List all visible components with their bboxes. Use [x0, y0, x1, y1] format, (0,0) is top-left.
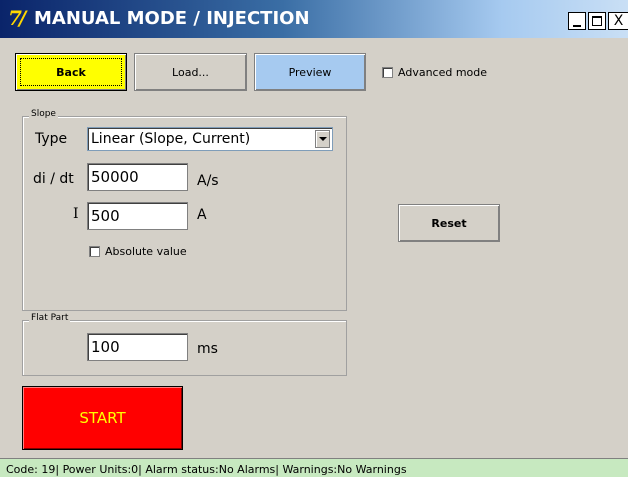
- advanced-mode-label: Advanced mode: [398, 66, 488, 79]
- flat-part-input[interactable]: [87, 333, 188, 361]
- reset-button[interactable]: Reset: [398, 204, 500, 242]
- current-label: I: [73, 206, 79, 222]
- status-text: Code: 19| Power Units:0| Alarm status:No…: [6, 463, 407, 476]
- close-button[interactable]: X: [608, 12, 628, 30]
- dropdown-arrow-button[interactable]: [315, 130, 330, 148]
- chevron-down-icon: [318, 137, 327, 141]
- advanced-mode-checkbox-box[interactable]: [382, 67, 393, 78]
- absolute-value-checkbox[interactable]: Absolute value: [89, 245, 187, 258]
- minimize-icon: [573, 25, 581, 27]
- start-button-label: START: [79, 409, 126, 427]
- preview-button[interactable]: Preview: [254, 53, 366, 91]
- app-logo-icon: 7/: [8, 6, 26, 30]
- didt-unit: A/s: [197, 173, 219, 189]
- load-button-label: Load...: [172, 65, 209, 79]
- current-unit: A: [197, 207, 207, 223]
- type-label: Type: [35, 131, 68, 147]
- focus-rect: [20, 58, 122, 86]
- reset-button-label: Reset: [431, 216, 467, 230]
- window-title: MANUAL MODE / INJECTION: [34, 8, 310, 29]
- title-bar: 7/ MANUAL MODE / INJECTION X: [0, 0, 628, 38]
- current-input[interactable]: [87, 202, 188, 230]
- maximize-button[interactable]: [588, 12, 606, 30]
- preview-button-label: Preview: [288, 65, 332, 79]
- type-select[interactable]: Linear (Slope, Current): [87, 127, 333, 151]
- type-select-value: Linear (Slope, Current): [91, 131, 251, 147]
- flat-part-group-legend: Flat Part: [29, 313, 71, 323]
- absolute-value-checkbox-box[interactable]: [89, 246, 100, 257]
- start-button[interactable]: START: [22, 386, 183, 450]
- slope-group-legend: Slope: [29, 109, 58, 119]
- status-bar: Code: 19| Power Units:0| Alarm status:No…: [0, 458, 628, 477]
- load-button[interactable]: Load...: [134, 53, 247, 91]
- flat-part-unit: ms: [197, 341, 218, 357]
- didt-label: di / dt: [33, 171, 74, 187]
- maximize-icon: [592, 16, 602, 26]
- back-button[interactable]: Back: [15, 53, 127, 91]
- close-icon: X: [613, 13, 624, 29]
- didt-input[interactable]: [87, 163, 188, 191]
- minimize-button[interactable]: [568, 12, 586, 30]
- advanced-mode-checkbox[interactable]: Advanced mode: [382, 66, 487, 79]
- absolute-value-label: Absolute value: [105, 245, 187, 258]
